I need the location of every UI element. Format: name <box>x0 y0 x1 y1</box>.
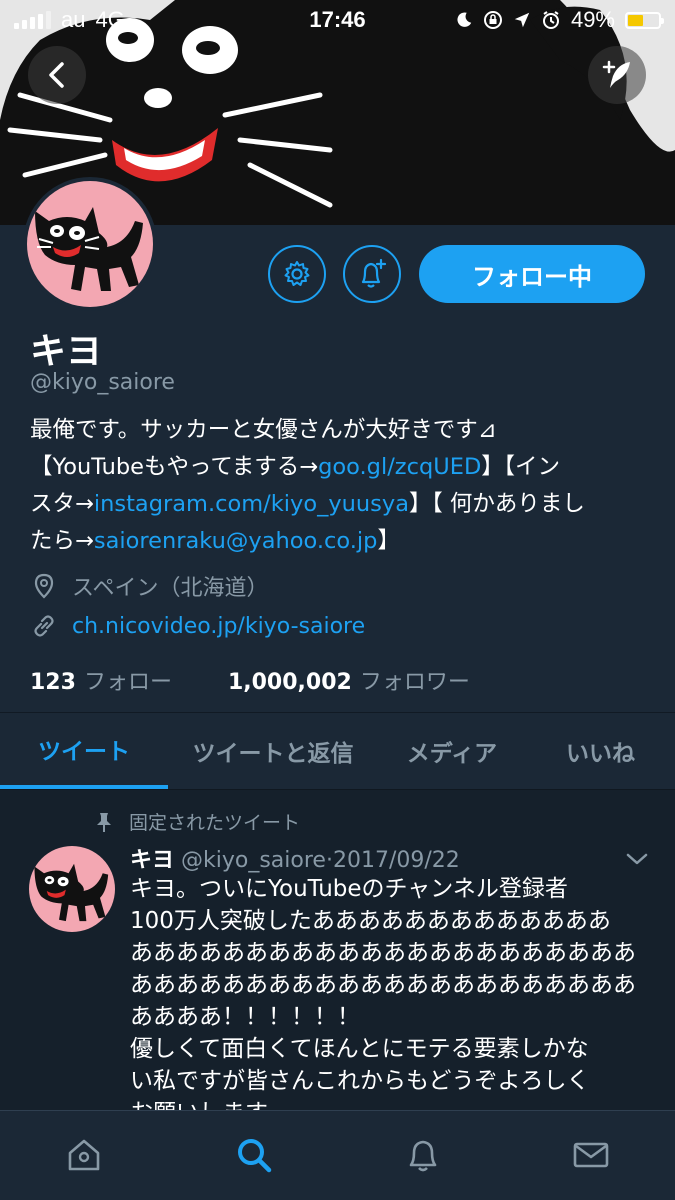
moon-icon <box>457 12 472 27</box>
following-button[interactable]: フォロー中 <box>419 245 645 303</box>
bell-icon <box>409 1140 437 1172</box>
pushpin-icon <box>97 812 111 832</box>
bio-text: 】【 何かありまし <box>409 491 585 517</box>
tweet-text: キヨ。ついにYouTubeのチャンネル登録者 100万人突破したああああああああ… <box>130 873 650 1110</box>
battery-icon <box>625 11 664 29</box>
bio-instagram-link[interactable]: instagram.com/kiyo_yuusya <box>94 491 409 517</box>
following-label: フォロー <box>83 670 172 695</box>
location-text: スペイン（北海道） <box>72 576 269 601</box>
nav-notifications[interactable] <box>401 1133 445 1177</box>
bio-email-link[interactable]: saiorenraku@yahoo.co.jp <box>94 528 378 554</box>
followers-stat[interactable]: 1,000,002 フォロワー <box>228 664 470 696</box>
tab-tweets[interactable]: ツイート <box>0 713 168 789</box>
map-pin-icon <box>34 573 54 599</box>
back-button[interactable] <box>28 46 86 104</box>
tweet-date: 2017/09/22 <box>332 848 460 873</box>
tab-tweets-replies[interactable]: ツイートと返信 <box>168 713 378 789</box>
bio-text: 【YouTubeもやってまする→ <box>30 454 319 480</box>
bio-text: 】【イン <box>481 454 561 480</box>
bottom-nav <box>0 1110 675 1200</box>
chevron-down-icon[interactable] <box>624 850 650 868</box>
notify-button[interactable] <box>343 245 401 303</box>
nav-messages[interactable] <box>569 1133 613 1177</box>
orientation-lock-icon <box>483 11 502 29</box>
tab-likes[interactable]: いいね <box>526 713 675 789</box>
profile-stats: 123 フォロー 1,000,002 フォロワー <box>30 664 470 696</box>
website-link[interactable]: ch.nicovideo.jp/kiyo-saiore <box>72 614 365 639</box>
search-icon <box>238 1139 272 1173</box>
following-stat[interactable]: 123 フォロー <box>30 664 172 696</box>
followers-count: 1,000,002 <box>227 670 352 695</box>
bell-plus-icon <box>361 258 387 288</box>
feather-plus-icon <box>602 60 630 88</box>
tweet-author-name[interactable]: キヨ <box>130 848 174 873</box>
following-count: 123 <box>30 670 76 695</box>
tweet-separator: · <box>325 848 333 873</box>
tweet-line: い私ですが皆さんこれからもどうぞよろしく <box>130 1068 590 1094</box>
tweet-author-handle: @kiyo_saiore <box>181 848 326 873</box>
gear-icon <box>284 261 310 286</box>
status-bar: au 4G 17:46 49% <box>0 0 675 38</box>
pinned-indicator: 固定されたツイート <box>93 808 300 835</box>
tweet-line: ああああああああああああああああああああああ <box>130 940 636 966</box>
home-icon <box>68 1139 100 1171</box>
profile-avatar[interactable] <box>23 177 157 311</box>
display-name: キヨ <box>30 331 103 372</box>
tweet-avatar[interactable] <box>29 846 115 932</box>
tab-media[interactable]: メディア <box>378 713 526 789</box>
tweet-line: 100万人突破したあああああああああああああ <box>130 908 611 934</box>
tweet-line: ああああああああああああああああああああああ <box>130 972 636 998</box>
bio-line: 【YouTubeもやってまする→goo.gl/zcqUED】【イン <box>30 449 650 486</box>
profile-handle: @kiyo_saiore <box>30 370 175 395</box>
nav-search[interactable] <box>232 1133 276 1177</box>
nav-home[interactable] <box>62 1133 106 1177</box>
tweet-header: キヨ @kiyo_saiore·2017/09/22 <box>130 842 460 874</box>
bio-text: スタ→ <box>30 491 94 517</box>
bio-youtube-link[interactable]: goo.gl/zcqUED <box>318 454 481 480</box>
tweet-feed: 固定されたツイート キヨ @kiyo_saiore·2017/09/22 キヨ。… <box>0 790 675 1110</box>
location-arrow-icon <box>514 12 530 28</box>
profile-bio: 最俺です。サッカーと女優さんが大好きです⊿ 【YouTubeもやってまする→go… <box>30 412 650 560</box>
profile-tabs: ツイート ツイートと返信 メディア いいね <box>0 712 675 790</box>
tweet-line: ああああ！！！！！！ <box>130 1004 360 1030</box>
bio-text: たら→ <box>30 528 94 554</box>
profile-location: スペイン（北海道） <box>30 570 268 602</box>
battery-percent: 49% <box>570 7 615 32</box>
profile-settings-button[interactable] <box>268 245 326 303</box>
alarm-icon <box>542 11 559 29</box>
followers-label: フォロワー <box>359 670 470 695</box>
bio-line: スタ→instagram.com/kiyo_yuusya】【 何かありまし <box>30 486 650 523</box>
mail-icon <box>573 1142 609 1168</box>
bio-line: たら→saiorenraku@yahoo.co.jp】 <box>30 523 650 560</box>
avatar-cat-image <box>35 207 143 291</box>
tweet-line: お願いします。 <box>130 1097 650 1110</box>
chevron-left-icon <box>49 62 64 88</box>
bio-text: 】 <box>377 528 400 554</box>
tweet-line: キヨ。ついにYouTubeのチャンネル登録者 <box>130 876 568 902</box>
tweet-line: 優しくて面白くてほんとにモテる要素しかな <box>130 1036 589 1062</box>
battery-level <box>628 14 643 26</box>
avatar-cat-image <box>34 863 109 922</box>
profile-website: ch.nicovideo.jp/kiyo-saiore <box>30 612 365 640</box>
compose-button[interactable] <box>588 46 646 104</box>
link-icon <box>34 615 54 637</box>
bio-line: 最俺です。サッカーと女優さんが大好きです⊿ <box>30 417 497 443</box>
pinned-label: 固定されたツイート <box>129 812 301 834</box>
